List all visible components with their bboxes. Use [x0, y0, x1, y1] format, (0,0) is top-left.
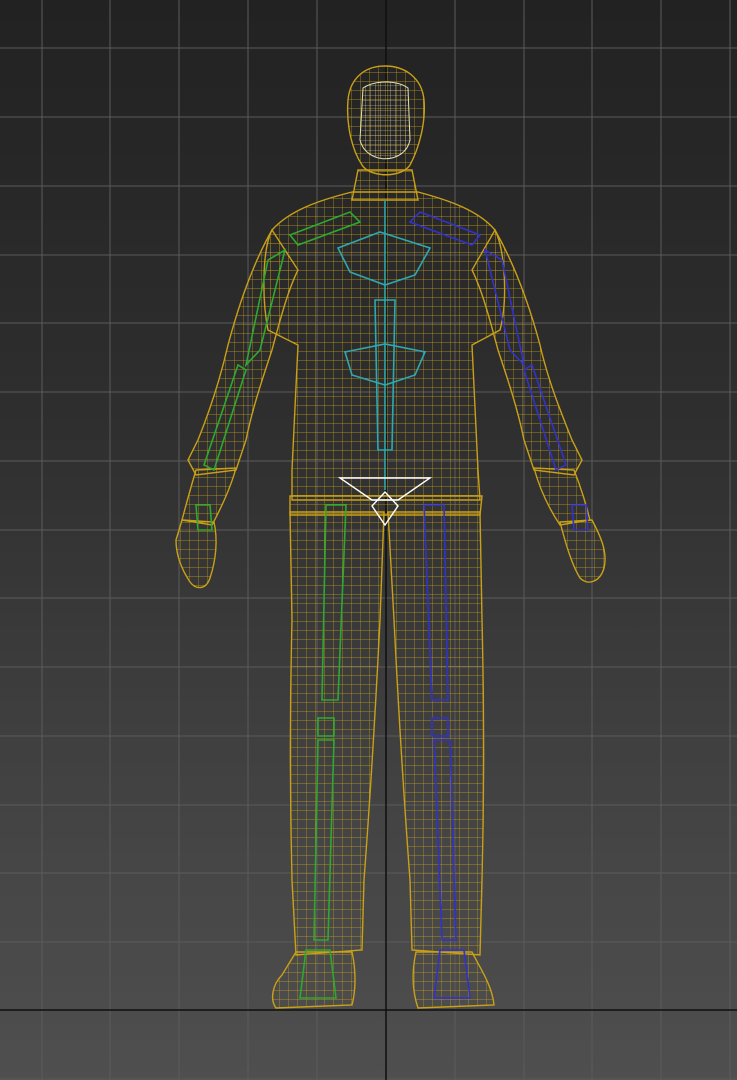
mesh-right-leg: [387, 511, 485, 956]
mesh-left-shoe: [271, 951, 356, 1009]
character-mesh[interactable]: [175, 65, 606, 1009]
mesh-left-leg: [289, 511, 385, 956]
mesh-face-detail: [359, 81, 411, 160]
front-viewport[interactable]: [0, 0, 737, 1080]
mesh-right-forearm: [533, 467, 591, 526]
mesh-left-forearm: [181, 467, 237, 526]
mesh-right-shoe: [412, 951, 495, 1009]
